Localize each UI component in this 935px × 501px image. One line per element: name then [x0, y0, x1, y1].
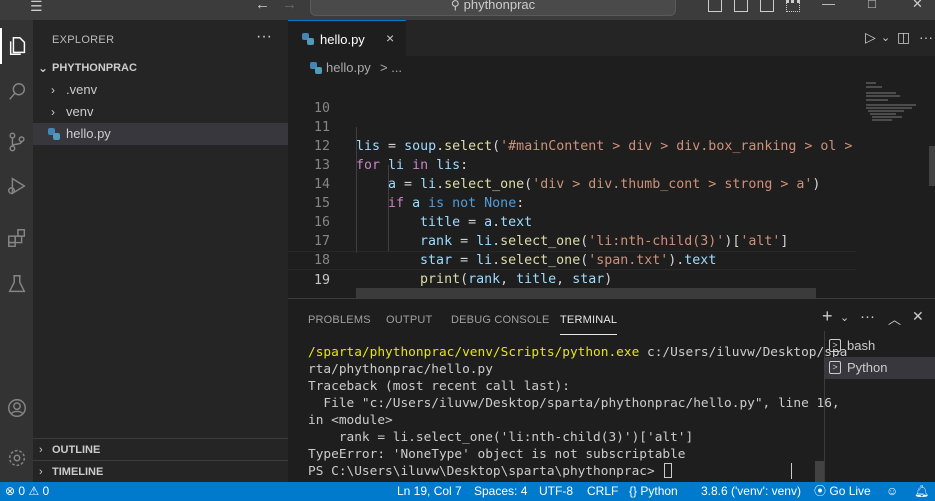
command-center-search[interactable]: ⚲ phythonprac — [310, 0, 676, 16]
sidebar-title: EXPLORER — [52, 34, 115, 46]
python-file-icon — [302, 33, 314, 45]
more-actions-icon[interactable]: ··· — [256, 28, 272, 46]
terminal-scrollbar[interactable] — [815, 461, 824, 483]
toggle-panel-icon[interactable] — [734, 0, 748, 12]
chevron-right-icon: › — [39, 466, 43, 478]
tree-item-venv-dot[interactable]: › .venv — [33, 79, 288, 101]
explorer-icon[interactable] — [0, 28, 33, 64]
chevron-down-icon[interactable]: ⌄ — [881, 31, 890, 44]
terminal-list: > bash > Python — [824, 331, 935, 483]
minimize-icon[interactable]: — — [822, 0, 835, 10]
code-line: 13 a = li.select_one('div > div.thumb_co… — [313, 158, 821, 192]
close-icon[interactable]: ✕ — [912, 0, 923, 10]
tab-debug-console[interactable]: DEBUG CONSOLE — [451, 314, 550, 326]
breadcrumb: hello.py > ... — [288, 56, 935, 80]
maximize-panel-icon[interactable]: ︿ — [888, 309, 901, 328]
python-interpreter[interactable]: 3.8.6 ('venv': venv) — [701, 482, 801, 501]
maximize-icon[interactable]: □ — [868, 0, 876, 10]
encoding[interactable]: UTF-8 — [539, 482, 573, 501]
bottom-panel: PROBLEMS OUTPUT DEBUG CONSOLE TERMINAL +… — [288, 298, 935, 483]
terminal-item-python[interactable]: > Python — [825, 357, 935, 379]
cursor-position[interactable]: Ln 19, Col 7 — [397, 482, 462, 501]
status-bar: ⊗ 0 ⚠ 0 Ln 19, Col 7 Spaces: 4 UTF-8 CRL… — [0, 482, 935, 501]
run-python-icon[interactable]: ▷ — [865, 29, 876, 46]
python-file-icon — [48, 128, 60, 140]
explorer-sidebar: EXPLORER ··· ⌄ PHYTHONPRAC › .venv › ven… — [33, 20, 288, 482]
go-live-button[interactable]: ⦿ Go Live — [814, 482, 871, 501]
editor-horizontal-scrollbar[interactable] — [356, 288, 816, 298]
extensions-icon[interactable] — [0, 220, 33, 256]
chevron-down-icon[interactable]: ⌄ — [840, 311, 849, 324]
workspace-root[interactable]: ⌄ PHYTHONPRAC — [33, 57, 288, 79]
chevron-down-icon: ⌄ — [38, 61, 49, 75]
indentation[interactable]: Spaces: 4 — [474, 482, 527, 501]
split-editor-icon[interactable]: ◫ — [897, 29, 910, 46]
tree-item-hello-py[interactable]: hello.py — [33, 123, 288, 145]
terminal-output[interactable]: /sparta/phythonprac/venv/Scripts/python.… — [308, 344, 847, 494]
tab-output[interactable]: OUTPUT — [386, 314, 432, 326]
tab-hello-py[interactable]: hello.py × — [288, 20, 406, 56]
close-panel-icon[interactable]: ✕ — [912, 308, 924, 325]
broadcast-icon: ⦿ — [814, 484, 827, 498]
warning-icon: ⚠ — [28, 484, 40, 498]
back-arrow-icon[interactable]: ← — [255, 0, 270, 20]
tab-problems[interactable]: PROBLEMS — [308, 314, 371, 326]
language-mode[interactable]: {} Python — [629, 482, 678, 501]
customize-layout-icon[interactable] — [786, 0, 800, 12]
tree-item-venv[interactable]: › venv — [33, 101, 288, 123]
new-terminal-icon[interactable]: + — [822, 306, 833, 327]
tab-terminal[interactable]: TERMINAL — [560, 314, 618, 335]
terminal-icon: > — [829, 339, 841, 352]
toggle-secondary-sidebar-icon[interactable] — [760, 0, 774, 12]
more-actions-icon[interactable]: ··· — [919, 29, 933, 45]
breadcrumb-file[interactable]: hello.py — [326, 56, 371, 80]
code-line: 11 lis = soup.select('#mainContent > div… — [313, 120, 877, 154]
search-icon: ⚲ — [450, 0, 460, 12]
toggle-sidebar-icon[interactable] — [708, 0, 722, 12]
editor-actions: ▷ ⌄ ◫ ··· — [835, 29, 935, 47]
minimap[interactable] — [856, 80, 935, 296]
code-line-current: 19 — [288, 251, 856, 288]
breadcrumb-rest[interactable]: > ... — [380, 56, 402, 80]
close-tab-icon[interactable]: × — [386, 30, 394, 46]
search-icon[interactable] — [0, 74, 33, 110]
braces-icon: {} — [629, 484, 638, 498]
chevron-right-icon: › — [39, 444, 43, 456]
code-line: 12 for li in lis: — [313, 139, 469, 173]
code-line: 10 — [313, 101, 330, 116]
more-actions-icon[interactable]: ··· — [860, 308, 875, 325]
run-debug-icon[interactable] — [0, 168, 33, 204]
code-line: 14 if a is not None: — [313, 177, 525, 211]
chevron-right-icon: › — [51, 105, 55, 119]
terminal-item-bash[interactable]: > bash — [825, 335, 935, 357]
end-of-line[interactable]: CRLF — [587, 482, 618, 501]
code-editor[interactable]: 10 11 lis = soup.select('#mainContent > … — [288, 80, 877, 288]
text-caret — [791, 463, 792, 479]
code-line: 18 print(rank, title, star) — [313, 253, 613, 287]
error-icon: ⊗ — [5, 484, 16, 498]
code-line: 16 rank = li.select_one('li:nth-child(3)… — [313, 215, 789, 249]
code-line: 15 title = a.text — [313, 196, 533, 230]
python-file-icon — [310, 62, 322, 74]
forward-arrow-icon[interactable]: → — [282, 0, 297, 20]
problems-status[interactable]: ⊗ 0 ⚠ 0 — [5, 482, 49, 501]
testing-icon[interactable] — [0, 266, 33, 302]
title-bar: ☰ ← → ⚲ phythonprac — □ ✕ — [0, 0, 935, 20]
terminal-cursor — [664, 463, 673, 478]
outline-section[interactable]: › OUTLINE — [33, 438, 288, 460]
timeline-section[interactable]: › TIMELINE — [33, 460, 288, 482]
feedback-icon[interactable]: ☺ — [886, 482, 898, 501]
code-line: 17 star = li.select_one('span.txt').text — [313, 234, 717, 268]
editor-tab-bar: hello.py × ▷ ⌄ ◫ ··· — [288, 20, 935, 56]
activity-bar — [0, 20, 33, 482]
terminal-icon: > — [829, 361, 841, 374]
notifications-bell-icon[interactable]: 🔔︎ — [914, 482, 929, 501]
minimap-slider[interactable] — [929, 146, 935, 186]
manage-gear-icon[interactable] — [0, 440, 33, 476]
accounts-icon[interactable] — [0, 390, 33, 426]
chevron-right-icon: › — [51, 83, 55, 97]
source-control-icon[interactable] — [0, 124, 33, 160]
menu-icon[interactable]: ☰ — [30, 0, 48, 20]
